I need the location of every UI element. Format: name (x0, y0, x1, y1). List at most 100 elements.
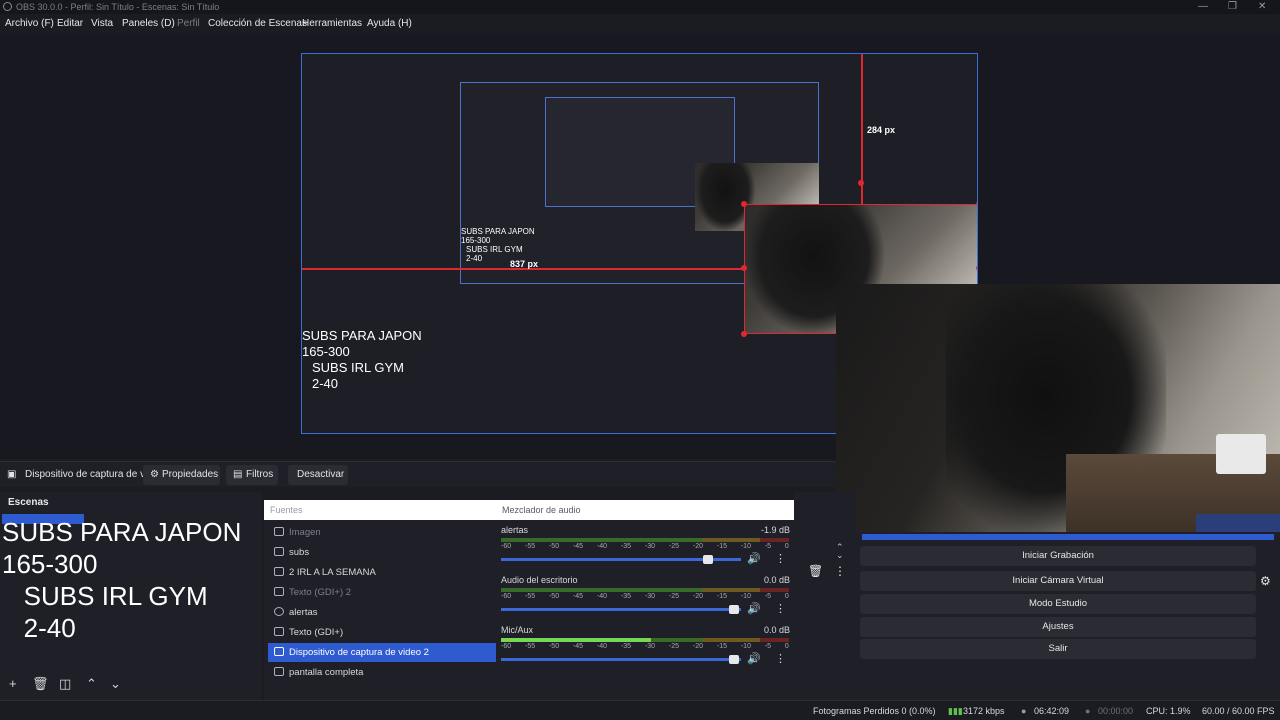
channel-fader[interactable] (501, 605, 741, 614)
volume-icon[interactable]: 🔊 (747, 602, 761, 615)
close-button[interactable]: ✕ (1258, 1, 1266, 12)
source-item[interactable]: 2 IRL A LA SEMANA (268, 563, 496, 582)
channel-db: -1.9 dB (760, 525, 790, 535)
start-recording-button[interactable]: Iniciar Grabación (860, 546, 1256, 566)
start-virtual-camera-button[interactable]: Iniciar Cámara Virtual (860, 571, 1256, 591)
stream-status-icon: ● (1021, 706, 1027, 716)
filters-label[interactable]: Filtros (246, 469, 273, 480)
remove-scene-icon[interactable]: 🗑 (32, 676, 49, 692)
channel-fader[interactable] (501, 655, 741, 664)
source-item[interactable]: alertas (268, 603, 496, 622)
record-status-icon: ● (1085, 706, 1091, 716)
filters-icon: ▤ (233, 469, 243, 480)
source-item[interactable]: subs (268, 543, 496, 562)
meter-tick-label: -35 (620, 593, 632, 600)
transform-handle[interactable] (976, 265, 977, 271)
meter-tick-label: -50 (548, 543, 560, 550)
meter-tick-label: -20 (692, 643, 703, 650)
record-time: 00:00:00 (1098, 706, 1134, 716)
scenes-dock: Escenas SUBS PARA JAPON 165-300 SUBS IRL… (0, 492, 262, 700)
meter-ticks: -60 -55 -50 -45 -40 -35 -30 -25 -20 -15 -10 -5 0 (501, 593, 789, 600)
controls-dock: Iniciar Grabación Iniciar Cámara Virtual… (856, 532, 1280, 700)
source-item[interactable]: pantalla completa (268, 663, 496, 682)
transform-handle[interactable] (741, 331, 747, 337)
dropped-frames: Fotogramas Perdidos 0 (0.0%) (813, 706, 936, 716)
meter-tick-label: -25 (668, 543, 680, 550)
menu-bar: Archivo (F) Editar Vista Paneles (D) Per… (0, 14, 1280, 33)
meter-tick-label: -45 (572, 643, 584, 650)
properties-label[interactable]: Propiedades (162, 469, 218, 480)
scene-filters-icon[interactable]: ◫ (59, 676, 71, 692)
cpu-usage: CPU: 1.9% (1146, 706, 1191, 716)
meter-tick-label: -55 (524, 593, 536, 600)
menu-coleccion-escenas[interactable]: Colección de Escenas (208, 18, 307, 29)
meter-tick-label: -15 (716, 593, 727, 600)
meter-ticks: -60 -55 -50 -45 -40 -35 -30 -25 -20 -15 -10 -5 0 (501, 543, 789, 550)
menu-vista[interactable]: Vista (91, 18, 113, 29)
spin-down-icon[interactable]: ⌄ (836, 550, 844, 561)
menu-paneles[interactable]: Paneles (D) (122, 18, 175, 29)
virtual-camera-settings-icon[interactable]: ⚙ (1260, 574, 1271, 588)
transform-handle[interactable] (741, 201, 747, 207)
move-up-icon[interactable]: ⌃ (86, 676, 97, 692)
mixer-title: Mezclador de audio (496, 500, 794, 520)
channel-menu-icon[interactable]: ⋮ (775, 602, 786, 615)
channel-menu-icon[interactable]: ⋮ (775, 552, 786, 565)
exit-button[interactable]: Salir (860, 639, 1256, 659)
menu-perfil[interactable]: Perfil (177, 18, 200, 29)
obs-logo-icon (3, 2, 12, 11)
stream-time: 06:42:09 (1034, 706, 1070, 716)
meter-tick-label: -5 (764, 543, 772, 550)
volume-icon[interactable]: 🔊 (747, 652, 761, 665)
meter-tick-label: -40 (596, 643, 608, 650)
transform-handle[interactable] (976, 201, 977, 207)
volume-icon[interactable]: 🔊 (747, 552, 761, 565)
meter-tick-label: -15 (716, 643, 727, 650)
source-item[interactable]: Texto (GDI+) 2 (268, 583, 496, 602)
scenes-overlay-text: SUBS PARA JAPON 165-300 SUBS IRL GYM 2-4… (2, 517, 242, 643)
gear-icon: ⚙ (150, 469, 159, 480)
remove-transition-icon[interactable]: 🗑 (808, 564, 823, 578)
channel-db: 0.0 dB (763, 625, 790, 635)
sources-search-field[interactable]: Fuentes (264, 500, 496, 520)
add-scene-icon[interactable]: + (9, 676, 17, 691)
minimize-button[interactable]: — (1198, 1, 1208, 12)
meter-tick-label: -40 (596, 593, 608, 600)
source-item-selected[interactable]: Dispositivo de captura de video 2 (268, 643, 496, 662)
studio-mode-button[interactable]: Modo Estudio (860, 594, 1256, 614)
transition-menu-icon[interactable]: ⋮ (834, 564, 846, 578)
nested-overlay-text: SUBS PARA JAPON 165-300 SUBS IRL GYM 2-4… (461, 227, 535, 263)
channel-db: 0.0 dB (763, 575, 790, 585)
browser-icon (274, 607, 284, 616)
meter-tick-label: -55 (524, 543, 536, 550)
transitions-dock: ⌃ ⌄ 🗑 ⋮ (794, 492, 856, 700)
image-icon (274, 527, 284, 536)
window-title: OBS 30.0.0 - Perfil: Sin Título - Escena… (16, 2, 220, 12)
transform-handle[interactable] (741, 265, 747, 271)
selected-source-label: Dispositivo de captura de v (25, 469, 146, 480)
meter-tick-label: -10 (740, 593, 751, 600)
source-item[interactable]: Imagen (268, 523, 496, 542)
fps: 60.00 / 60.00 FPS (1202, 706, 1275, 716)
source-item[interactable]: Texto (GDI+) (268, 623, 496, 642)
meter-tick-label: -60 (501, 593, 512, 600)
move-down-icon[interactable]: ⌄ (110, 676, 121, 692)
menu-herramientas[interactable]: Herramientas (302, 18, 362, 29)
channel-menu-icon[interactable]: ⋮ (775, 652, 786, 665)
meter-tick-label: -40 (596, 543, 608, 550)
meter-tick-label: -5 (764, 643, 772, 650)
meter-tick-label: -60 (501, 543, 512, 550)
menu-archivo[interactable]: Archivo (F) (5, 18, 54, 29)
maximize-button[interactable]: ❐ (1228, 1, 1237, 12)
channel-fader[interactable] (501, 555, 741, 564)
settings-button[interactable]: Ajustes (860, 617, 1256, 637)
menu-editar[interactable]: Editar (57, 18, 83, 29)
menu-ayuda[interactable]: Ayuda (H) (367, 18, 412, 29)
transform-handle[interactable] (858, 180, 864, 186)
meter-tick-label: 0 (784, 643, 789, 650)
deactivate-label[interactable]: Desactivar (297, 469, 344, 480)
status-bar: Fotogramas Perdidos 0 (0.0%) ▮▮▮ 3172 kb… (0, 700, 1280, 720)
meter-tick-label: -55 (524, 643, 536, 650)
meter-tick-label: -30 (644, 543, 656, 550)
meter-tick-label: -25 (668, 593, 680, 600)
